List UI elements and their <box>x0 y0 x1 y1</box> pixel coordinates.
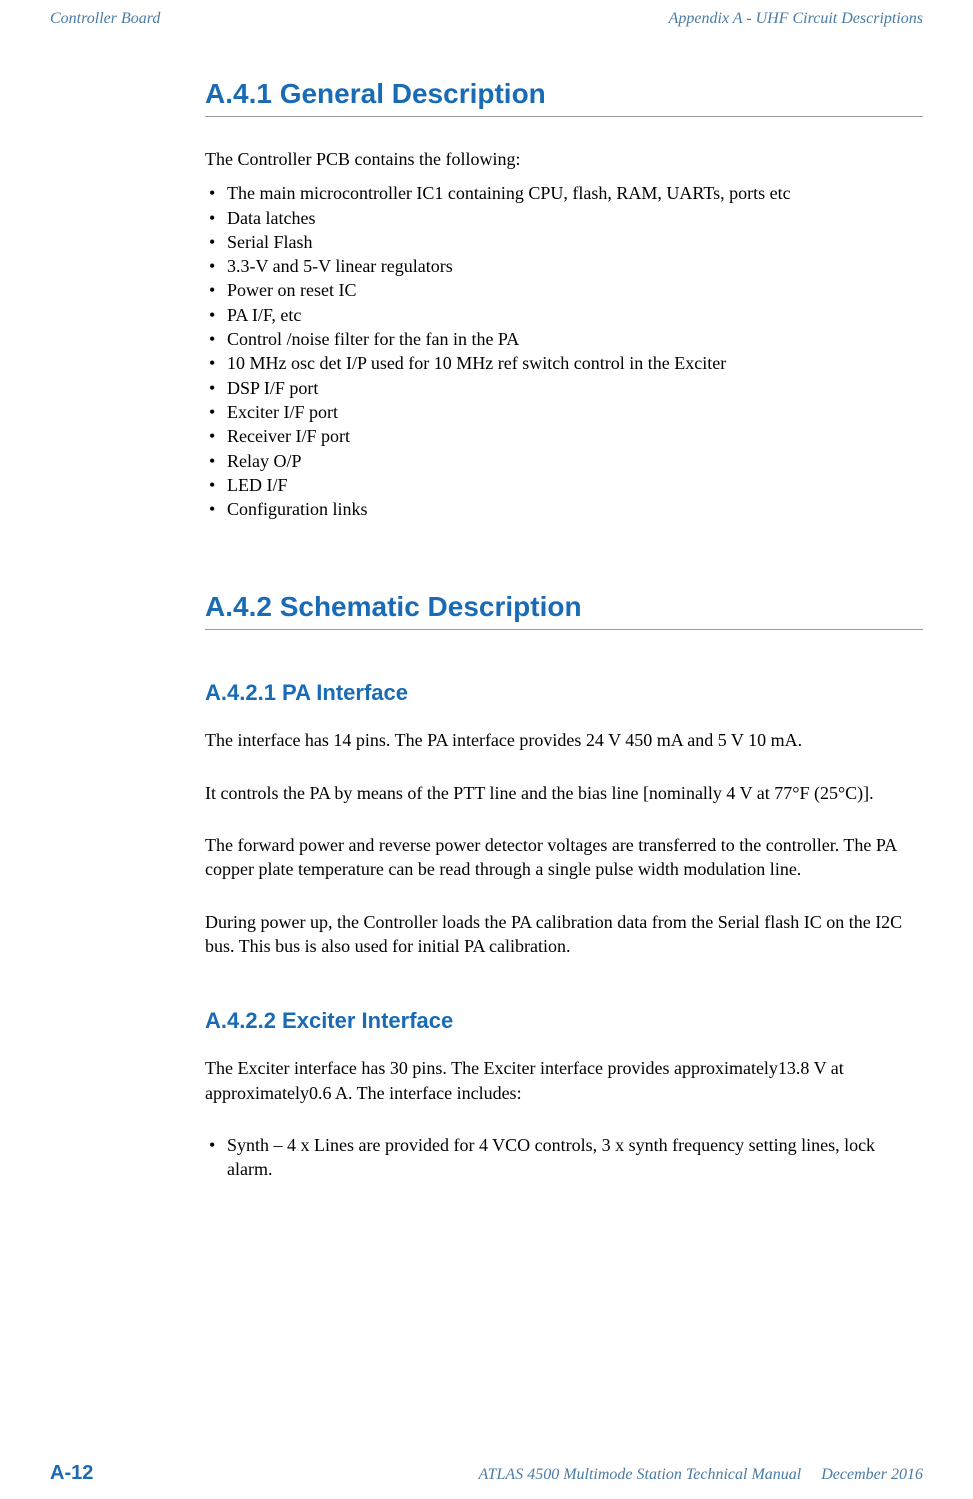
header-right: Appendix A - UHF Circuit Descriptions <box>669 10 923 28</box>
section-a41-intro: The Controller PCB contains the followin… <box>205 147 923 171</box>
list-item: Serial Flash <box>205 230 923 254</box>
list-item: PA I/F, etc <box>205 303 923 327</box>
list-item: The main microcontroller IC1 containing … <box>205 181 923 205</box>
section-a422-title: A.4.2.2 Exciter Interface <box>205 1008 923 1034</box>
page-footer: A-12 ATLAS 4500 Multimode Station Techni… <box>50 1462 923 1485</box>
section-a421-p2: It controls the PA by means of the PTT l… <box>205 781 923 805</box>
footer-date: December 2016 <box>821 1466 923 1484</box>
list-item: 10 MHz osc det I/P used for 10 MHz ref s… <box>205 351 923 375</box>
list-item: Synth – 4 x Lines are provided for 4 VCO… <box>205 1133 923 1182</box>
page-header: Controller Board Appendix A - UHF Circui… <box>50 10 923 28</box>
section-a42-title: A.4.2 Schematic Description <box>205 591 923 630</box>
section-a421-p3: The forward power and reverse power dete… <box>205 833 923 882</box>
section-a41-list: The main microcontroller IC1 containing … <box>205 181 923 521</box>
list-item: Exciter I/F port <box>205 400 923 424</box>
header-left: Controller Board <box>50 10 160 28</box>
list-item: Data latches <box>205 206 923 230</box>
section-a421-title: A.4.2.1 PA Interface <box>205 680 923 706</box>
list-item: Power on reset IC <box>205 278 923 302</box>
section-a421-p1: The interface has 14 pins. The PA interf… <box>205 728 923 752</box>
section-a422-p1: The Exciter interface has 30 pins. The E… <box>205 1056 923 1105</box>
list-item: DSP I/F port <box>205 376 923 400</box>
page-number: A-12 <box>50 1462 93 1485</box>
list-item: Receiver I/F port <box>205 424 923 448</box>
list-item: LED I/F <box>205 473 923 497</box>
section-a421-p4: During power up, the Controller loads th… <box>205 910 923 959</box>
section-a41-title: A.4.1 General Description <box>205 78 923 117</box>
list-item: Configuration links <box>205 497 923 521</box>
list-item: Control /noise filter for the fan in the… <box>205 327 923 351</box>
list-item: Relay O/P <box>205 449 923 473</box>
list-item: 3.3-V and 5-V linear regulators <box>205 254 923 278</box>
section-a422-list: Synth – 4 x Lines are provided for 4 VCO… <box>205 1133 923 1182</box>
footer-manual: ATLAS 4500 Multimode Station Technical M… <box>478 1466 801 1484</box>
